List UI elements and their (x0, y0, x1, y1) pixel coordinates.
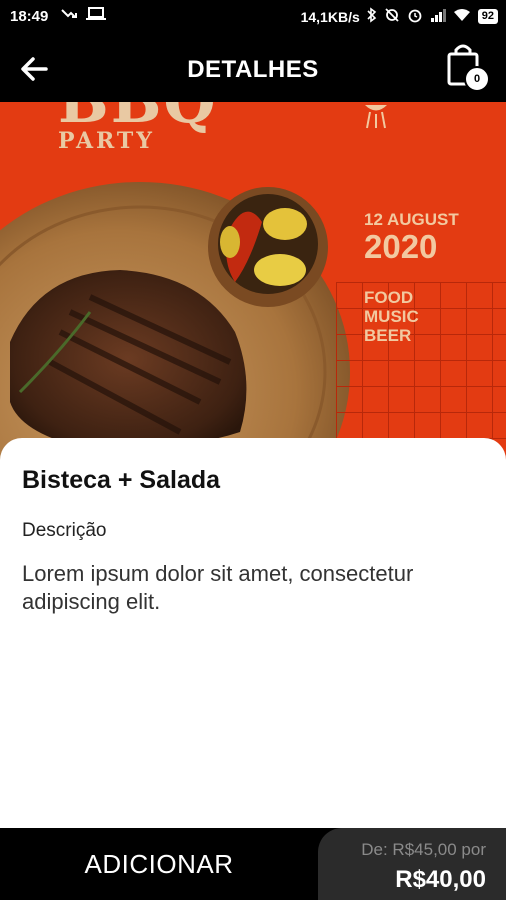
description-label: Descrição (22, 520, 107, 541)
grill-icon (365, 105, 387, 129)
price-box: De: R$45,00 por R$40,00 (318, 828, 506, 900)
status-bar: 18:49 14,1KB/s 92 (0, 0, 506, 34)
old-price: De: R$45,00 por (361, 840, 486, 859)
description-text: Lorem ipsum dolor sit amet, consectetur … (22, 561, 414, 614)
current-price: R$40,00 (395, 866, 486, 893)
product-image: BBQ PARTY 12 AUGUST 2020 FOOD MUSIC BEER (0, 102, 506, 462)
decorative-grid (336, 282, 506, 462)
signal-icon (430, 8, 446, 25)
cart-count-badge: 0 (464, 66, 490, 92)
steak-illustration (0, 182, 350, 462)
event-date: 12 AUGUST 2020 (364, 210, 459, 264)
network-speed: 14,1KB/s (300, 8, 360, 25)
event-date-year: 2020 (364, 228, 438, 265)
page-title: DETALHES (187, 56, 319, 83)
event-tag: FOOD (364, 288, 414, 307)
event-tags: FOOD MUSIC BEER (364, 288, 419, 345)
battery-indicator: 92 (477, 9, 498, 24)
app-bar: DETALHES 0 (0, 34, 506, 102)
laptop-icon (86, 7, 106, 25)
missed-call-icon (60, 7, 78, 25)
wifi-icon (453, 8, 471, 25)
no-sync-icon (384, 7, 400, 26)
cart-button[interactable]: 0 (444, 42, 490, 94)
bottom-bar: ADICIONAR De: R$45,00 por R$40,00 (0, 828, 506, 900)
alarm-icon (407, 7, 423, 26)
bluetooth-icon (367, 7, 377, 26)
product-name: Bisteca + Salada (22, 466, 221, 494)
status-time: 18:49 (10, 8, 49, 25)
event-date-month: 12 AUGUST (364, 210, 459, 229)
product-details-card: Bisteca + Salada Descrição Lorem ipsum d… (0, 438, 506, 828)
event-tag: BEER (364, 326, 412, 345)
event-tag: MUSIC (364, 307, 419, 326)
add-to-cart-button[interactable]: ADICIONAR (0, 828, 318, 900)
